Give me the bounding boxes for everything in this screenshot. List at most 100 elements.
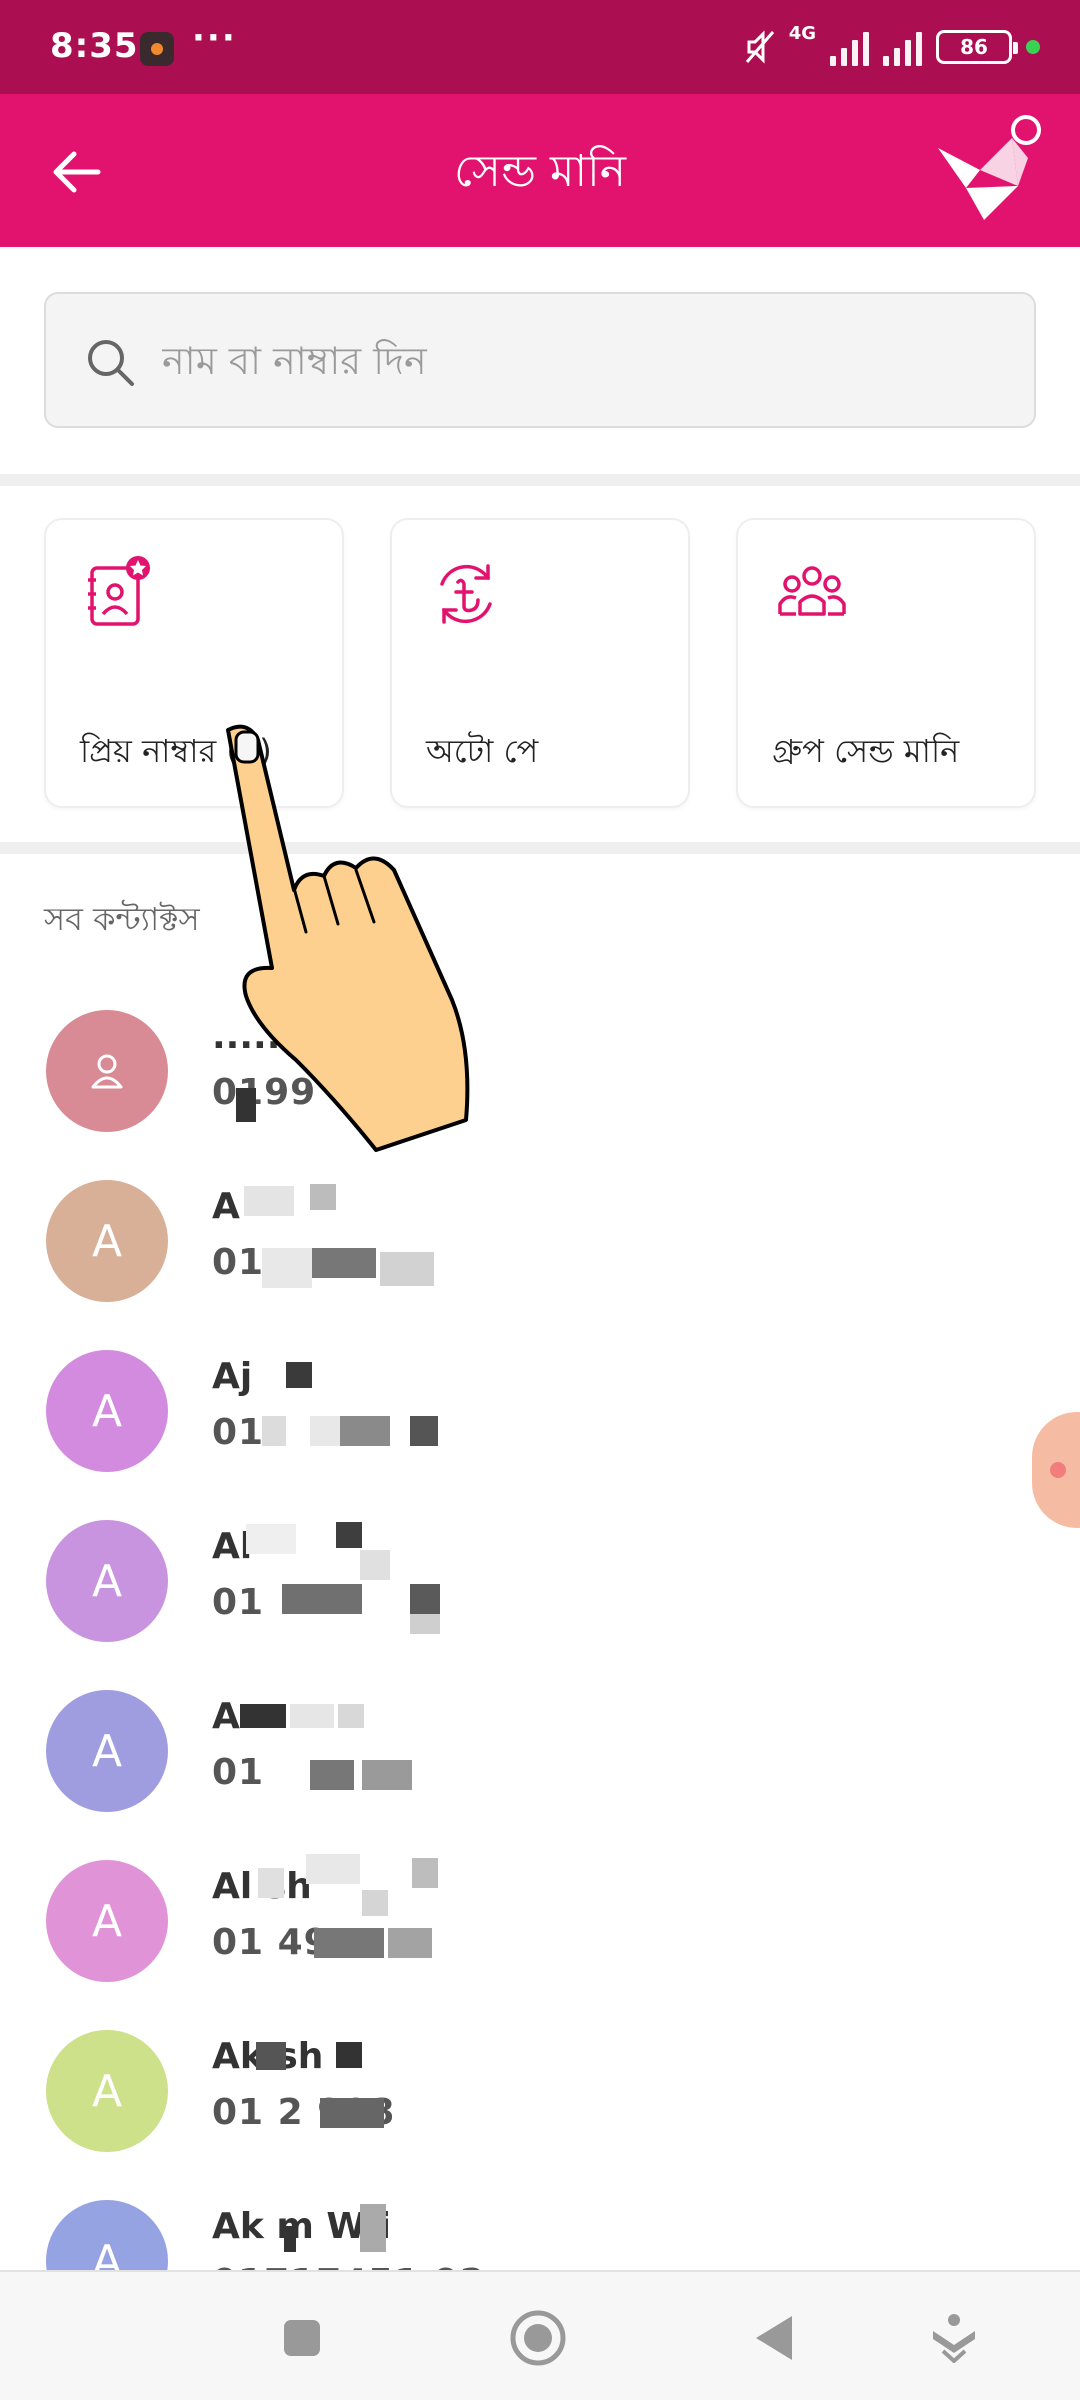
contact-number: 0199 [212,1072,317,1113]
redaction-block [312,1248,376,1278]
avatar-initial: A [91,1895,123,1947]
redaction-block [388,1928,432,1958]
redaction-block [310,1760,354,1790]
redaction-block [290,1704,334,1728]
contact-number: 01 [212,1582,265,1623]
redaction-block [282,1584,362,1614]
redaction-block [306,1854,360,1884]
avatar-initial: A [91,1215,123,1267]
auto-pay-card[interactable]: অটো পে [390,518,690,808]
contact-name: A [212,1696,240,1737]
network-type-label: 4G [788,22,816,44]
avatar: A [46,1350,168,1472]
contact-row[interactable]: A A 01 [0,1154,1080,1324]
redaction-block [360,1550,390,1580]
redaction-block [284,2226,296,2252]
redaction-block [336,1522,362,1548]
redaction-block [362,1890,388,1916]
notification-app-icon [140,32,174,66]
recent-apps-button[interactable] [270,2306,334,2370]
avatar-initial: A [91,1555,123,1607]
all-contacts-title: সব কন্ট্যাক্টস [44,900,200,938]
contact-row[interactable]: A Al 01 [0,1494,1080,1664]
redaction-block [240,1704,286,1728]
bkash-logo-button[interactable] [932,112,1042,230]
contact-row[interactable]: A Al sh 01 49 [0,1834,1080,2004]
battery-level: 86 [960,35,988,59]
accessibility-icon [933,2314,975,2363]
redaction-block [258,1868,284,1898]
status-time: 8:35 [50,26,139,66]
redaction-block [244,1186,294,1216]
page-title: সেন্ড মানি [453,146,627,197]
group-send-money-card[interactable]: গ্রুপ সেন্ড মানি [736,518,1036,808]
privacy-indicator-dot [1026,40,1040,54]
redaction-block [336,2042,362,2068]
redaction-block [256,2042,286,2070]
home-circle-icon [510,2310,566,2366]
redaction-block [246,1524,296,1554]
redaction-block [410,1614,440,1634]
redaction-block [314,1928,384,1958]
send-money-screen: 8:35 ··· 4G 86 সেন্ড মানি নাম বা নাম্বার… [0,0,1080,2400]
redaction-block [380,1252,434,1286]
contact-number: 01 [212,1752,265,1793]
redaction-block [236,1088,256,1122]
back-triangle-icon [756,2316,792,2360]
avatar-initial: A [91,2235,123,2271]
contact-name: Aj [212,1356,253,1397]
back-nav-button[interactable] [742,2306,806,2370]
favorite-contacts-icon [88,556,150,626]
bkash-bird-logo-icon [938,115,1041,220]
contact-number: 01 [212,1242,265,1283]
redaction-block [286,1362,312,1388]
battery-icon: 86 [936,30,1018,64]
redaction-block [340,1416,390,1446]
signal-strength-icon-2 [883,28,922,66]
avatar-initial: A [91,1725,123,1777]
avatar [46,1010,168,1132]
mute-icon [745,30,774,64]
contact-row[interactable]: ...... 0199 [0,984,1080,1154]
redaction-block [410,1416,438,1446]
contact-number: 01717451 92 [212,2262,486,2270]
redaction-block [320,2098,384,2128]
avatar-initial: A [91,1385,123,1437]
app-header: সেন্ড মানি [0,94,1080,247]
group-send-money-label: গ্রুপ সেন্ড মানি [772,732,960,770]
favorite-numbers-card[interactable]: প্রিয় নাম্বার (0) [44,518,344,808]
group-icon [778,566,846,616]
contact-name: A [212,1186,240,1227]
avatar: A [46,1520,168,1642]
search-box[interactable] [44,292,1036,428]
favorite-numbers-label: প্রিয় নাম্বার (0) [80,732,272,770]
auto-pay-label: অটো পে [426,732,539,770]
user-placeholder-icon [91,1054,123,1089]
redaction-block [410,1584,440,1614]
search-input[interactable] [162,324,1002,398]
search-icon [88,340,134,386]
avatar: A [46,2030,168,2152]
square-icon [284,2320,320,2356]
avatar: A [46,1690,168,1812]
system-nav-bar [0,2270,1080,2400]
redaction-block [412,1858,438,1888]
accessibility-button[interactable] [922,2306,986,2370]
contact-row[interactable]: A Ak sh 01 2 908 [0,2004,1080,2174]
more-notifications-icon: ··· [192,18,237,58]
contact-row[interactable]: A Ak m W i 01717451 92 [0,2174,1080,2270]
redaction-block [310,1416,340,1446]
avatar: A [46,1180,168,1302]
contact-row[interactable]: A A 01 [0,1664,1080,1834]
contact-list: ...... 0199 A A 01 A Aj 01 A Al 01 A A 0… [0,960,1080,2270]
redaction-block [262,1248,312,1288]
redaction-block [362,1760,412,1790]
contact-name: ...... [212,1016,295,1057]
home-button[interactable] [506,2306,570,2370]
status-bar: 8:35 ··· 4G 86 [0,0,1080,94]
contact-row[interactable]: A Aj 01 [0,1324,1080,1494]
signal-strength-icon-1 [830,28,869,66]
section-divider [0,842,1080,854]
redaction-block [338,1704,364,1728]
redaction-block [262,1416,286,1446]
